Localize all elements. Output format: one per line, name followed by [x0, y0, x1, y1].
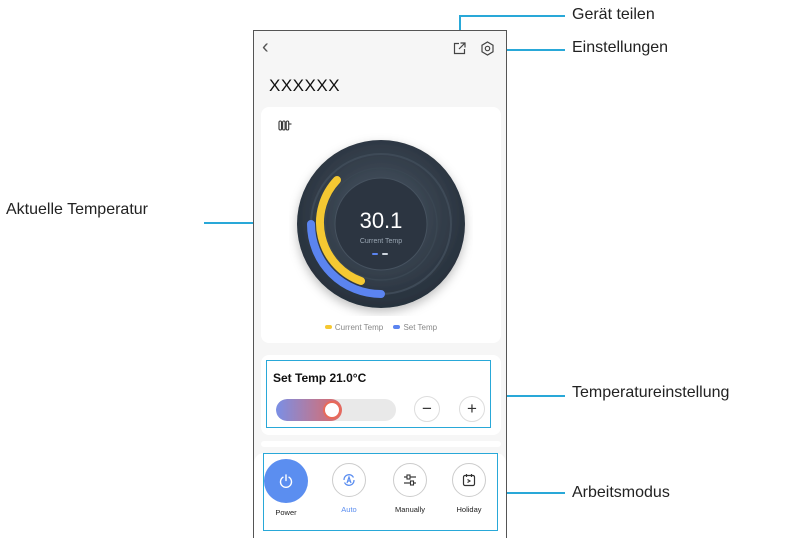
mode-label-holiday: Holiday [456, 505, 482, 514]
mode-holiday[interactable]: Holiday [444, 463, 494, 514]
temperature-dial: 30.1 Current Temp [297, 140, 465, 308]
auto-mode-button[interactable] [332, 463, 366, 497]
set-temp-slider[interactable] [276, 399, 396, 421]
slider-thumb[interactable] [323, 401, 341, 419]
page-indicator-dot [382, 253, 388, 255]
radiator-icon [278, 120, 292, 131]
current-temp-value: 30.1 [360, 208, 403, 233]
set-temperature-card: Set Temp 21.0°C − + [261, 355, 501, 435]
work-mode-bar: Power Auto Manually Holiday [254, 453, 506, 539]
gear-icon[interactable] [480, 41, 495, 56]
power-button[interactable] [264, 459, 308, 503]
mode-power[interactable]: Power [261, 459, 311, 517]
device-name: XXXXXX [269, 76, 341, 95]
annotation-current-temperature: Aktuelle Temperatur [6, 201, 148, 218]
share-icon[interactable] [453, 42, 466, 55]
mode-label-manually: Manually [394, 505, 425, 514]
decrease-temp-button[interactable]: − [414, 396, 440, 422]
holiday-mode-button[interactable] [452, 463, 486, 497]
mode-manually[interactable]: Manually [385, 463, 435, 514]
calendar-icon [462, 474, 476, 487]
legend-set-label: Set Temp [403, 322, 438, 332]
annotation-work-mode: Arbeitsmodus [572, 484, 670, 501]
leader-line-share [459, 15, 565, 17]
page-indicator-dot-active [372, 253, 378, 255]
set-temp-title: Set Temp 21.0°C [273, 371, 367, 385]
manual-mode-button[interactable] [393, 463, 427, 497]
current-temp-caption: Current Temp [360, 238, 402, 245]
legend-current-temp: Current Temp [324, 322, 384, 332]
auto-mode-icon [343, 474, 355, 486]
mode-label-power: Power [275, 508, 297, 517]
leader-line-work-mode [498, 492, 565, 494]
annotation-settings: Einstellungen [572, 39, 669, 56]
collapsed-card [261, 441, 501, 447]
mode-label-auto: Auto [341, 505, 357, 514]
mode-auto[interactable]: Auto [324, 463, 374, 514]
legend-set-swatch [393, 325, 401, 329]
annotation-share-device: Gerät teilen [572, 6, 655, 23]
increase-temp-button[interactable]: + [459, 396, 485, 422]
annotation-temperature-setting: Temperatureinstellung [572, 384, 730, 401]
gauge-legend: Current Temp Set Temp [261, 322, 501, 332]
phone-screen: ‹ XXXXXX 30.1 Current Temp Current Temp … [253, 30, 507, 539]
temperature-gauge-card: 30.1 Current Temp Current Temp Set Temp [261, 107, 501, 343]
legend-current-swatch [324, 325, 332, 329]
legend-current-label: Current Temp [334, 322, 384, 332]
back-button[interactable]: ‹ [262, 37, 269, 57]
sliders-icon [404, 474, 416, 486]
power-icon [279, 474, 293, 488]
legend-set-temp: Set Temp [393, 323, 437, 332]
